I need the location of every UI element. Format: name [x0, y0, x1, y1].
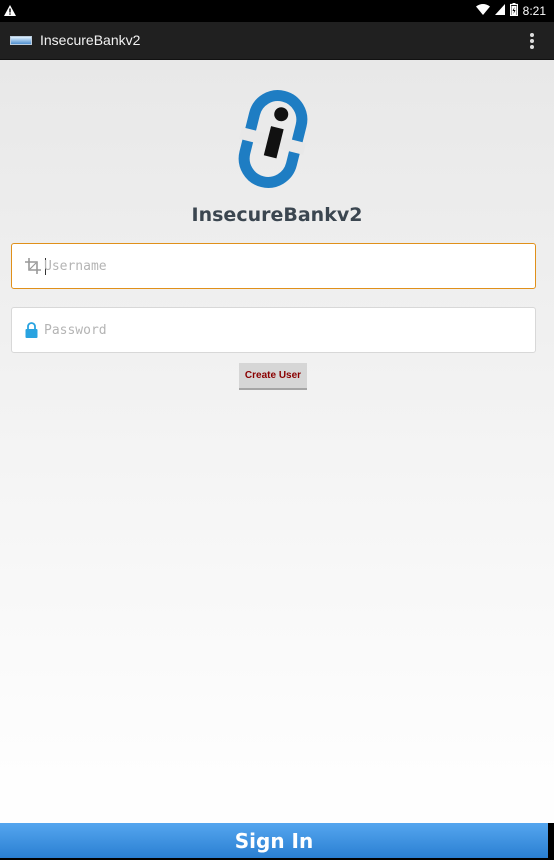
brand-name: InsecureBankv2 — [191, 204, 363, 226]
crop-icon — [25, 258, 41, 279]
username-input[interactable] — [44, 244, 524, 288]
app-title: InsecureBankv2 — [40, 32, 141, 48]
password-field[interactable] — [11, 307, 536, 353]
lock-logo-icon — [237, 89, 309, 196]
wifi-icon — [475, 4, 490, 18]
password-input[interactable] — [44, 308, 524, 352]
action-bar: InsecureBankv2 — [0, 22, 554, 60]
username-field[interactable] — [11, 243, 536, 289]
login-screen: InsecureBankv2 Create User — [0, 60, 554, 823]
sign-in-button[interactable]: Sign In — [0, 823, 548, 858]
lock-icon — [25, 322, 38, 343]
battery-icon — [509, 3, 518, 19]
create-user-button[interactable]: Create User — [239, 363, 307, 390]
warning-icon — [4, 3, 16, 21]
overflow-menu-icon[interactable] — [530, 33, 534, 49]
signal-icon — [494, 4, 505, 18]
status-bar: 8:21 — [0, 0, 554, 22]
app-icon — [10, 36, 32, 45]
status-time: 8:21 — [522, 4, 546, 18]
